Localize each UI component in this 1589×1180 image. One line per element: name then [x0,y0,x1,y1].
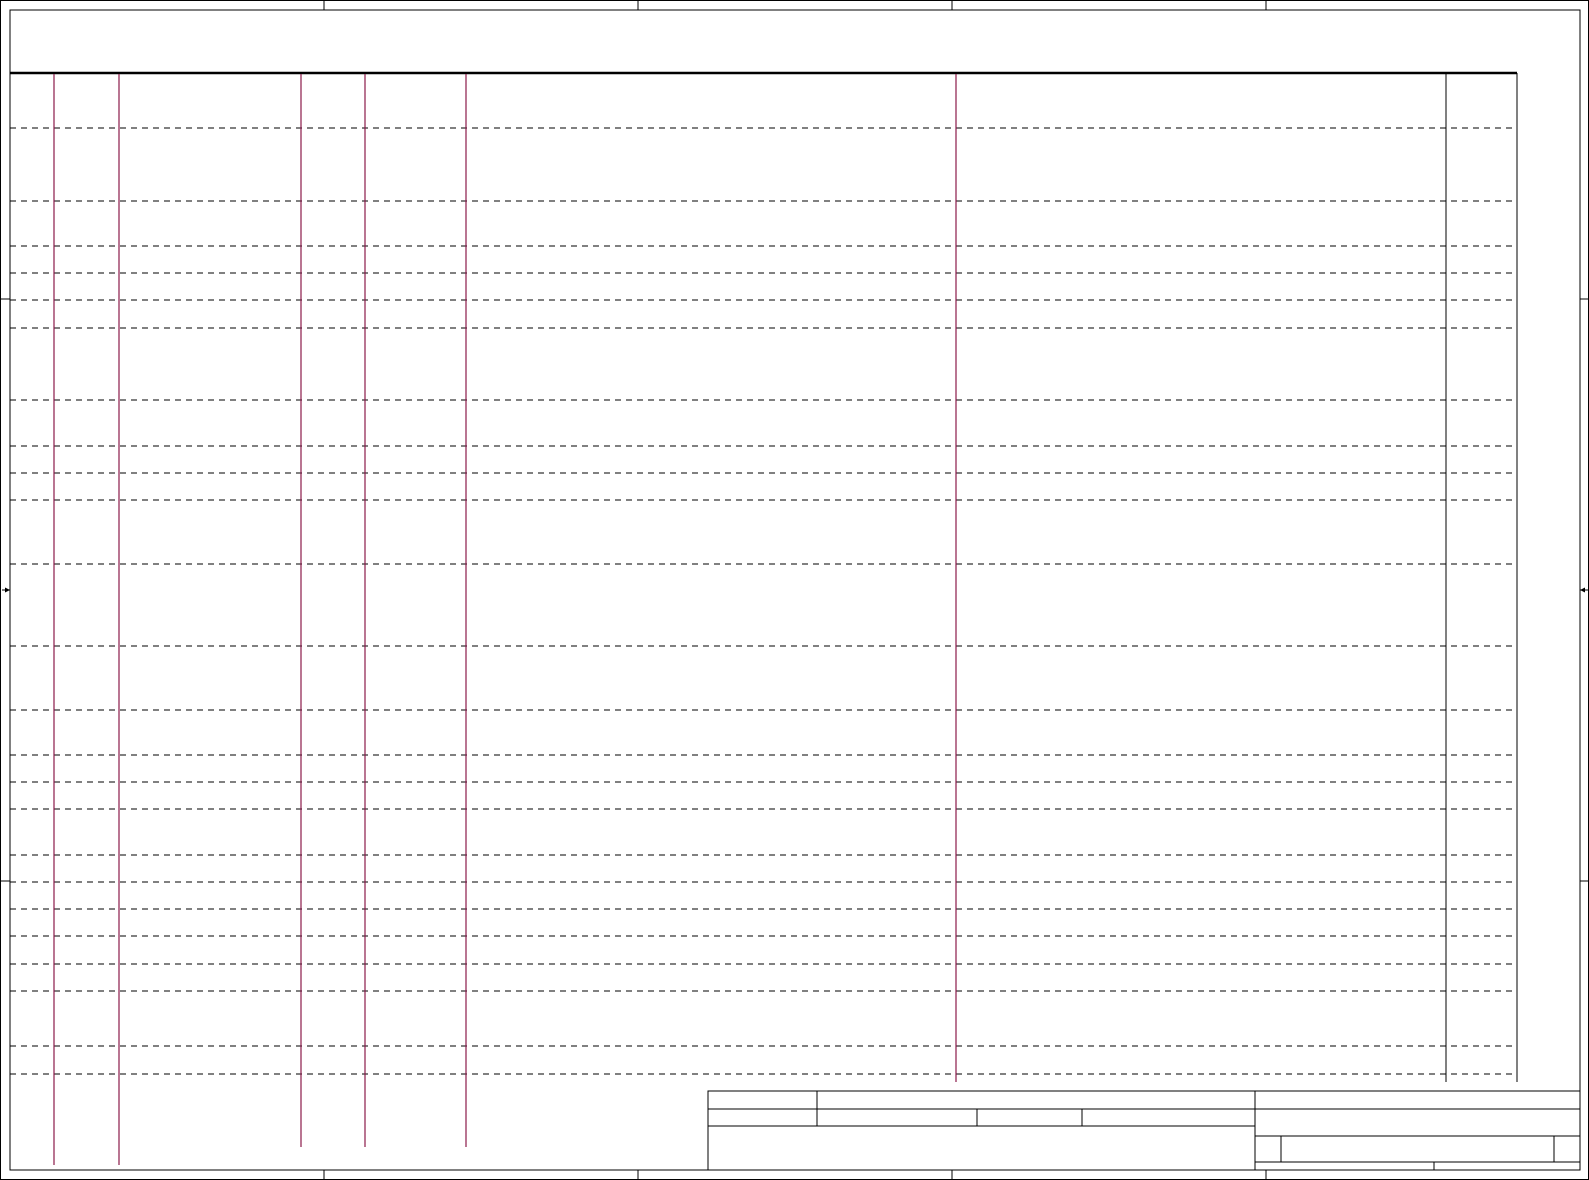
drawing-sheet [0,0,1589,1180]
zone-ticks-top [323,0,1267,10]
outer-border [0,0,1589,1180]
centering-arrow-right [1580,587,1588,593]
column-lines [53,74,957,1165]
title-block-frame [707,1090,1581,1171]
zone-ticks-sides [0,298,1589,882]
row-rules [10,127,1517,1075]
title-block [707,1090,1581,1171]
zone-ticks-bottom [323,1170,1267,1180]
inner-border [9,9,1581,1171]
centering-arrow-left [2,587,10,593]
